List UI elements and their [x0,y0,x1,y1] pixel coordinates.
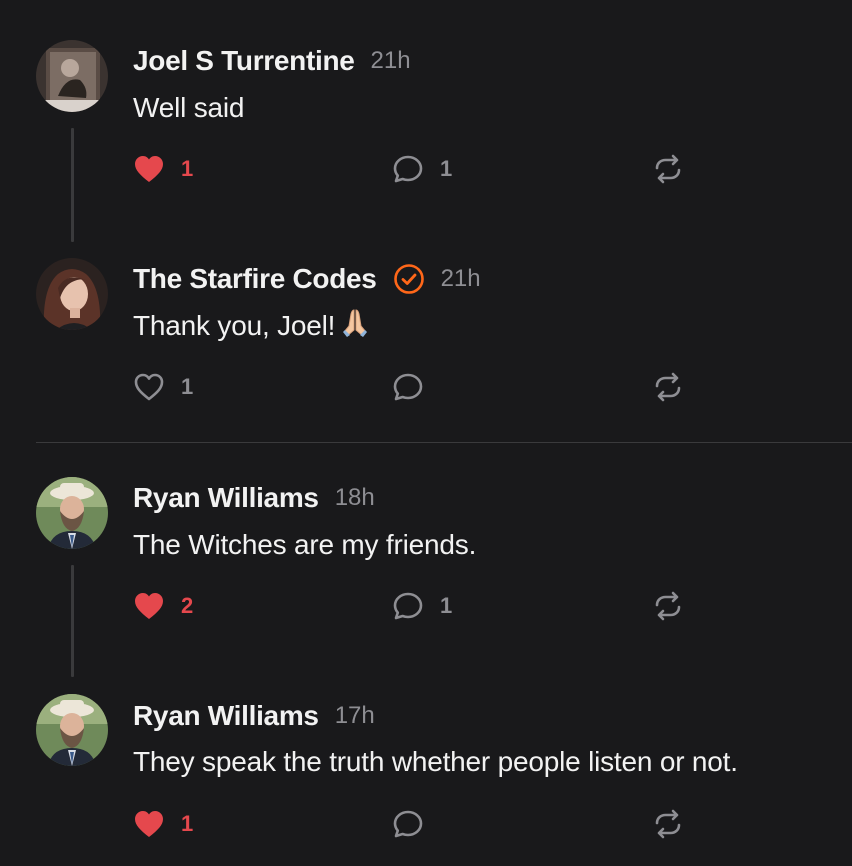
timestamp[interactable]: 21h [371,47,411,75]
restack-icon [652,590,684,622]
reply-count: 1 [440,156,453,181]
heart-icon [133,591,165,621]
comment-actions: 1 1 [0,149,852,189]
author-name[interactable]: Ryan Williams [133,482,319,514]
speech-bubble-icon [392,808,424,840]
comment-actions: 1 [0,804,852,844]
reply-button[interactable]: 1 [392,586,452,626]
comment-text: Well said [133,92,245,123]
speech-bubble-icon [392,590,424,622]
timestamp[interactable]: 17h [335,702,375,730]
heart-icon [133,809,165,839]
speech-bubble-icon [392,371,424,403]
comment-text: Thank you, Joel! [133,308,369,345]
comment-feed: Joel S Turrentine 21h Well said 1 1 The … [0,0,852,866]
author-name[interactable]: Joel S Turrentine [133,45,355,77]
comment-header: Ryan Williams 18h [133,479,375,517]
restack-icon [652,153,684,185]
restack-icon [652,808,684,840]
author-name[interactable]: The Starfire Codes [133,263,377,295]
restack-button[interactable] [652,586,684,626]
comment-actions: 1 [0,367,852,407]
timestamp[interactable]: 21h [441,265,481,293]
like-button[interactable]: 1 [133,367,193,407]
speech-bubble-icon [392,153,424,185]
timestamp[interactable]: 18h [335,484,375,512]
thread-divider [36,442,852,443]
author-name[interactable]: Ryan Williams [133,700,319,732]
comment-header: Ryan Williams 17h [133,697,375,735]
reply-button[interactable]: 1 [392,149,452,189]
like-button[interactable]: 1 [133,804,193,844]
verified-check-badge-icon [393,263,425,295]
comment-text-content: Thank you, Joel! [133,310,336,341]
like-count: 1 [181,811,194,836]
comment-header: Joel S Turrentine 21h [133,42,411,80]
restack-button[interactable] [652,804,684,844]
reply-count: 1 [440,593,453,618]
heart-icon [133,372,165,402]
avatar[interactable] [36,477,108,549]
restack-icon [652,371,684,403]
comment-actions: 2 1 [0,586,852,626]
comment-text: The Witches are my friends. [133,529,477,560]
like-button[interactable]: 1 [133,149,193,189]
reply-button[interactable] [392,804,440,844]
comment-text: They speak the truth whether people list… [133,746,738,777]
like-button[interactable]: 2 [133,586,193,626]
like-count: 1 [181,156,194,181]
reply-button[interactable] [392,367,440,407]
like-count: 1 [181,374,194,399]
avatar[interactable] [36,694,108,766]
restack-button[interactable] [652,149,684,189]
heart-icon [133,154,165,184]
folded-hands-icon [341,308,369,345]
avatar[interactable] [36,40,108,112]
like-count: 2 [181,593,194,618]
comment-header: The Starfire Codes 21h [133,260,481,298]
restack-button[interactable] [652,367,684,407]
avatar[interactable] [36,258,108,330]
